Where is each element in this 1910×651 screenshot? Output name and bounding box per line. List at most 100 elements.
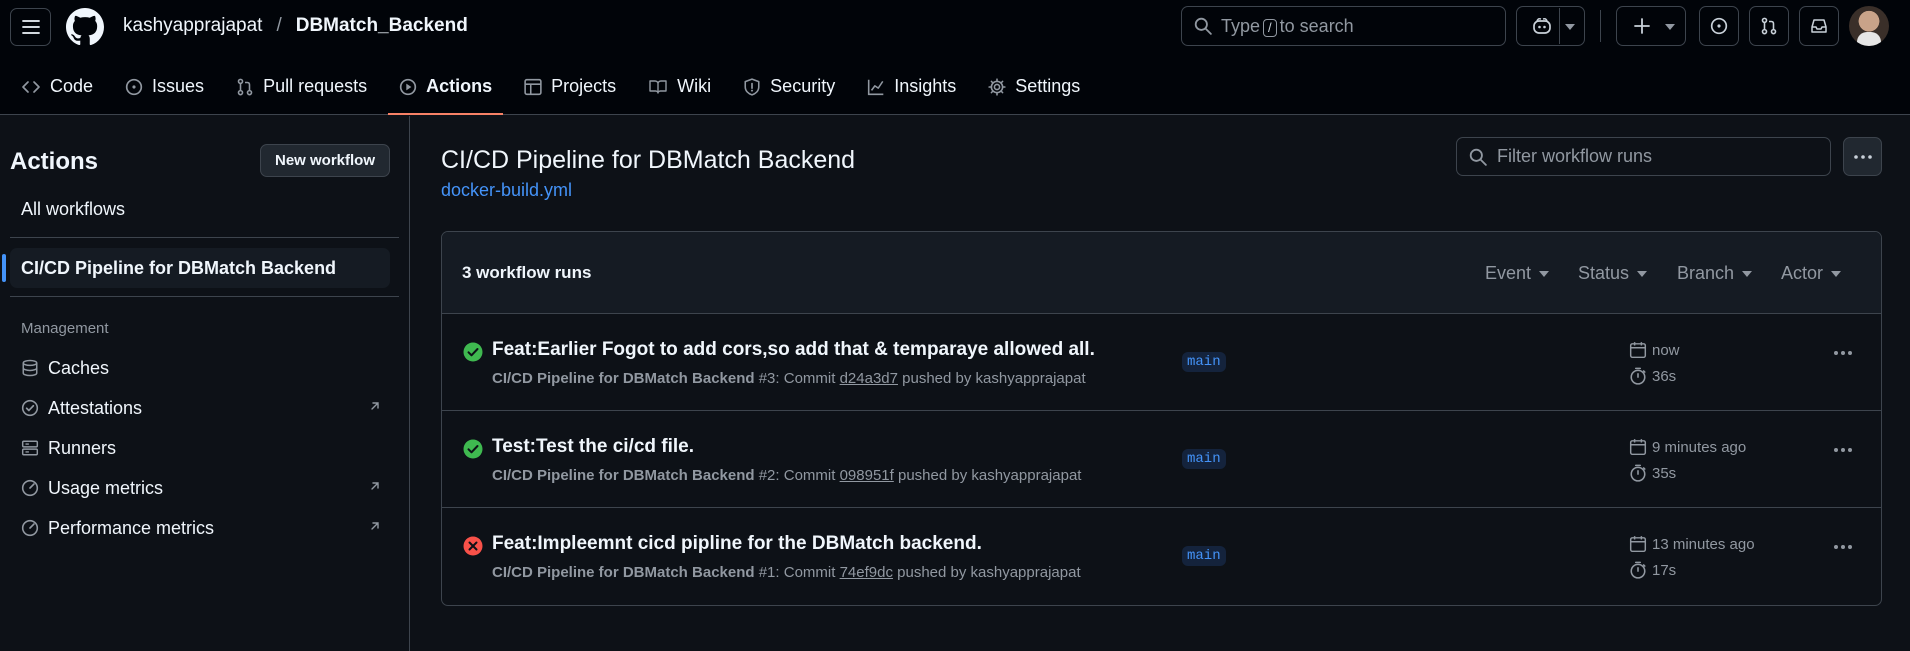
sidebar-item-label: Usage metrics	[48, 477, 164, 498]
table-icon	[524, 78, 542, 95]
copilot-split	[1559, 8, 1560, 44]
filter-label: Status	[1578, 263, 1630, 283]
sidebar-item-usage-metrics[interactable]: Usage metrics	[21, 472, 381, 504]
filter-label: Branch	[1677, 263, 1735, 283]
run-timestamp: 9 minutes ago	[1629, 438, 1746, 456]
kebab-horizontal-icon[interactable]	[1833, 350, 1853, 356]
tab-label: Wiki	[677, 76, 712, 96]
event-filter-dropdown[interactable]: Event	[1485, 263, 1550, 284]
kebab-horizontal-icon[interactable]	[1833, 544, 1853, 550]
tab-security[interactable]: Security	[732, 64, 846, 109]
run-meta: CI/CD Pipeline for DBMatch Backend #2: C…	[492, 467, 1081, 484]
commit-sha-link[interactable]: d24a3d7	[840, 370, 898, 387]
sidebar-divider	[10, 237, 399, 238]
avatar[interactable]	[1849, 6, 1889, 46]
run-number: #2: Commit	[758, 467, 836, 484]
code-icon	[22, 80, 40, 93]
run-meta: CI/CD Pipeline for DBMatch Backend #1: C…	[492, 564, 1081, 581]
shield-icon	[744, 77, 760, 96]
repo-owner-link[interactable]: kashyapprajapat	[123, 15, 262, 37]
run-title[interactable]: Test:Test the ci/cd file.	[492, 436, 694, 458]
tab-label: Settings	[1015, 76, 1081, 96]
run-when: 13 minutes ago	[1652, 535, 1755, 553]
run-workflow-name: CI/CD Pipeline for DBMatch Backend	[492, 467, 755, 484]
create-new-button[interactable]	[1616, 6, 1686, 46]
commit-sha-link[interactable]: 098951f	[840, 467, 894, 484]
sidebar-item-performance-metrics[interactable]: Performance metrics	[21, 512, 381, 544]
branch-filter-dropdown[interactable]: Branch	[1677, 263, 1753, 284]
search-icon	[1194, 17, 1212, 35]
new-workflow-button[interactable]: New workflow	[260, 144, 390, 177]
stopwatch-icon	[1630, 464, 1646, 482]
commit-sha-link[interactable]: 74ef9dc	[840, 564, 893, 581]
tab-projects[interactable]: Projects	[513, 64, 627, 109]
server-icon	[21, 440, 39, 456]
chevron-down-icon	[1831, 270, 1842, 277]
inbox-button[interactable]	[1799, 6, 1839, 46]
sidebar-item-label: Runners	[48, 437, 117, 458]
verified-icon	[21, 399, 39, 417]
cache-icon	[22, 359, 38, 377]
search-shortcut-key: /	[1263, 18, 1277, 37]
workflow-run-row[interactable]: Test:Test the ci/cd file. CI/CD Pipeline…	[442, 411, 1881, 508]
github-logo-icon[interactable]	[66, 8, 104, 46]
status-filter-dropdown[interactable]: Status	[1578, 263, 1648, 284]
filter-placeholder: Filter workflow runs	[1497, 146, 1653, 166]
kebab-horizontal-icon[interactable]	[1833, 447, 1853, 453]
tab-insights[interactable]: Insights	[856, 64, 967, 109]
runs-list-header: 3 workflow runs Event Status Branch Acto…	[442, 232, 1881, 314]
actions-sidebar: Actions New workflow All workflows CI/CD…	[0, 116, 410, 651]
workflow-runs-list: 3 workflow runs Event Status Branch Acto…	[441, 231, 1882, 606]
sidebar-item-runners[interactable]: Runners	[21, 432, 381, 464]
tab-issues[interactable]: Issues	[114, 64, 215, 109]
run-title[interactable]: Feat:Earlier Fogot to add cors,so add th…	[492, 339, 1095, 361]
pull-request-icon	[237, 78, 253, 95]
copilot-button[interactable]	[1516, 6, 1585, 46]
success-check-icon	[463, 342, 483, 362]
book-icon	[649, 79, 667, 94]
sidebar-item-attestations[interactable]: Attestations	[21, 392, 381, 424]
menu-button[interactable]	[10, 8, 51, 46]
play-icon	[399, 78, 417, 95]
chevron-down-icon	[1565, 24, 1575, 30]
more-options-button[interactable]	[1843, 137, 1882, 176]
workflow-file-link[interactable]: docker-build.yml	[441, 180, 572, 201]
calendar-icon	[1629, 439, 1647, 456]
run-title[interactable]: Feat:Impleemnt cicd pipline for the DBMa…	[492, 533, 982, 555]
branch-badge[interactable]: main	[1182, 546, 1226, 566]
sidebar-item-all-workflows[interactable]: All workflows	[21, 199, 125, 220]
sidebar-item-caches[interactable]: Caches	[21, 352, 381, 384]
filter-workflow-runs-input[interactable]: Filter workflow runs	[1456, 137, 1831, 176]
tab-actions[interactable]: Actions	[388, 64, 504, 115]
chevron-down-icon	[1665, 24, 1675, 30]
actor-filter-dropdown[interactable]: Actor	[1781, 263, 1842, 284]
pull-requests-button[interactable]	[1749, 6, 1789, 46]
tab-settings[interactable]: Settings	[977, 64, 1091, 109]
external-link-icon	[371, 522, 379, 530]
chevron-down-icon	[1637, 270, 1648, 277]
search-suffix: to search	[1279, 15, 1354, 36]
global-search-input[interactable]: Type / to search	[1181, 6, 1506, 46]
workflow-run-row[interactable]: Feat:Earlier Fogot to add cors,so add th…	[442, 314, 1881, 411]
sidebar-item-active-workflow[interactable]: CI/CD Pipeline for DBMatch Backend	[2, 248, 390, 288]
tab-pull-requests[interactable]: Pull requests	[225, 64, 378, 109]
run-when: 9 minutes ago	[1652, 438, 1747, 456]
search-prefix: Type	[1221, 15, 1261, 36]
run-workflow-name: CI/CD Pipeline for DBMatch Backend	[492, 370, 755, 387]
run-workflow-name: CI/CD Pipeline for DBMatch Backend	[492, 564, 755, 581]
repo-name-link[interactable]: DBMatch_Backend	[296, 15, 468, 37]
tab-code[interactable]: Code	[10, 64, 104, 109]
branch-badge[interactable]: main	[1182, 352, 1226, 372]
app-header: kashyapprajapat / DBMatch_Backend Type / t…	[0, 0, 1910, 115]
inbox-icon	[1811, 19, 1827, 33]
header-divider	[1600, 10, 1601, 42]
tab-label: Actions	[426, 76, 493, 96]
workflow-run-row[interactable]: Feat:Impleemnt cicd pipline for the DBMa…	[442, 508, 1881, 605]
tab-wiki[interactable]: Wiki	[637, 64, 722, 109]
filter-label: Actor	[1781, 263, 1824, 283]
run-pushed-by: pushed by kashyapprajapat	[897, 467, 1082, 484]
run-duration: 35s	[1629, 464, 1676, 482]
branch-badge[interactable]: main	[1182, 449, 1226, 469]
issues-button[interactable]	[1699, 6, 1739, 46]
copilot-icon	[1532, 18, 1551, 34]
